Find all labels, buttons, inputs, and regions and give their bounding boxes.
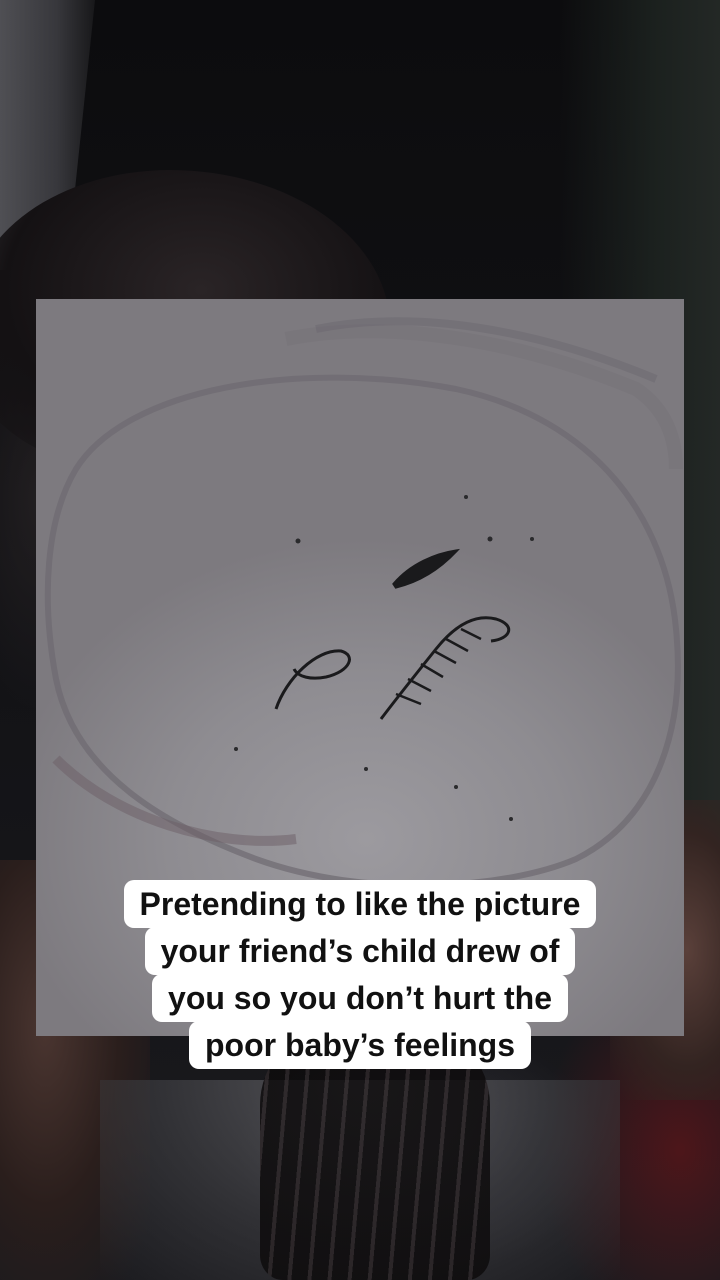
face-outline: [44, 374, 681, 889]
caption-line-4: poor baby’s feelings: [189, 1021, 531, 1069]
caption-overlay: Pretending to like the picture your frie…: [0, 880, 720, 1069]
caption-line-1: Pretending to like the picture: [123, 880, 597, 928]
drawn-eye-right: [392, 548, 461, 589]
caption-line-3: you so you don’t hurt the: [152, 974, 568, 1022]
drawn-eye-left: [274, 649, 351, 710]
drawn-mouth: [379, 616, 510, 720]
video-frame: Pretending to like the picture your frie…: [0, 0, 720, 1280]
caption-line-2: your friend’s child drew of: [144, 927, 576, 975]
